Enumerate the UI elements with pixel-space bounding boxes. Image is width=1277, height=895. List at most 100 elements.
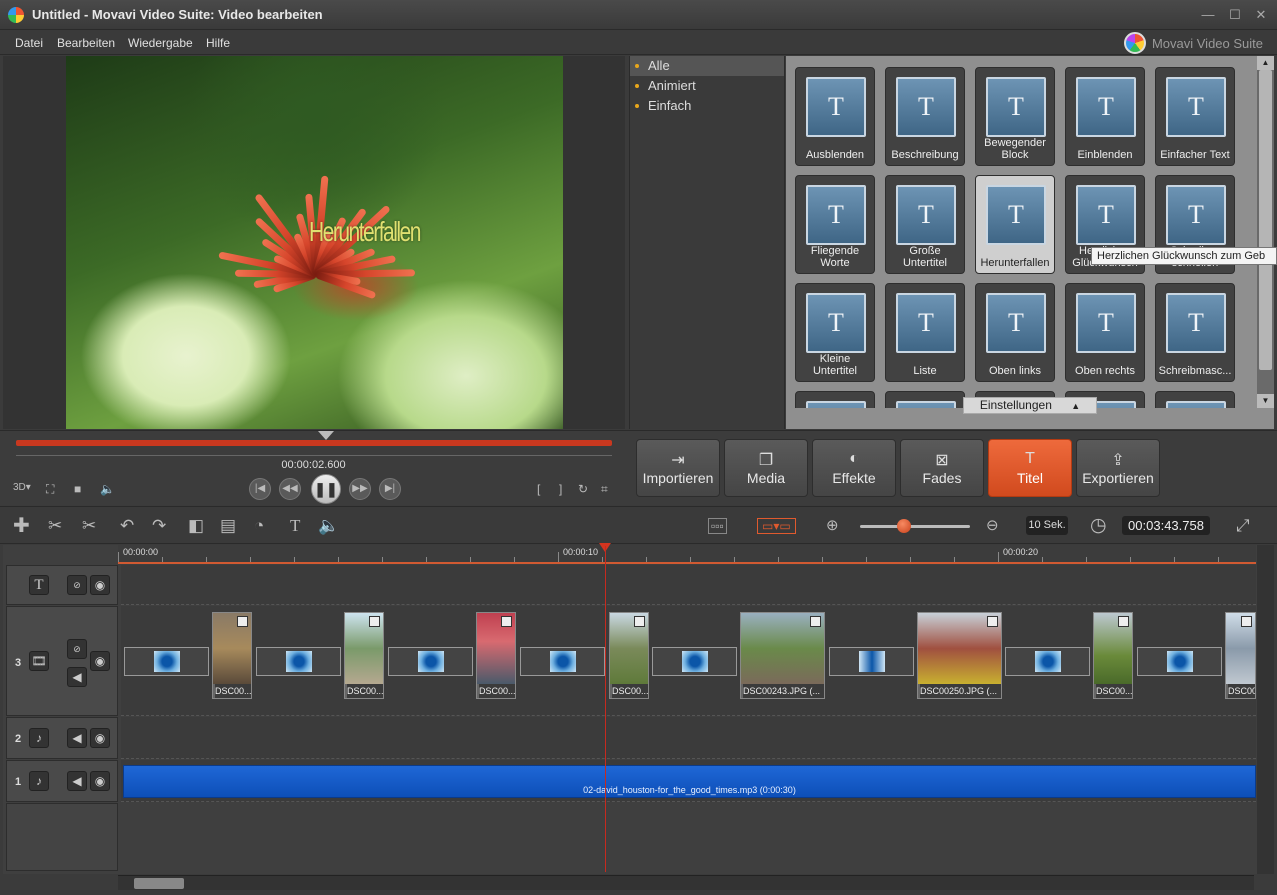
visibility-icon[interactable]: ◉ (90, 728, 110, 748)
title-tile[interactable]: T Einblenden (1065, 67, 1145, 166)
timeline-horizontal-scrollbar[interactable] (118, 875, 1254, 890)
menu-datei[interactable]: Datei (15, 36, 43, 50)
title-tile[interactable]: T Einfacher Text (1155, 67, 1235, 166)
rotate-icon[interactable]: ◧ (188, 516, 204, 536)
storyboard-view-icon[interactable]: ▫▫▫ (708, 518, 727, 534)
title-tile[interactable]: T Herunterfallen (975, 175, 1055, 274)
title-tile[interactable]: T Große Untertitel (885, 175, 965, 274)
title-tile[interactable]: T Liste (885, 283, 965, 382)
scroll-thumb[interactable] (134, 878, 184, 889)
cut-icon[interactable]: ✂ (48, 516, 62, 536)
tab-effekte[interactable]: ◐ Effekte (812, 439, 896, 497)
video-clip[interactable]: DSC00250.JPG (... (917, 612, 1002, 699)
tab-importieren[interactable]: ⇥ Importieren (636, 439, 720, 497)
timeline-vertical-scrollbar[interactable] (1257, 545, 1274, 874)
video-clip[interactable]: DSC00... (476, 612, 516, 699)
undo-icon[interactable]: ↶ (120, 516, 134, 536)
visibility-icon[interactable]: ◉ (90, 771, 110, 791)
video-clip[interactable]: DSC00... (1093, 612, 1133, 699)
maximize-button[interactable]: ☐ (1224, 6, 1246, 24)
visibility-icon[interactable]: ◉ (90, 651, 110, 671)
snapshot-icon[interactable]: ■ (74, 482, 81, 496)
timeline-playhead[interactable] (605, 546, 606, 872)
visibility-icon[interactable]: ◉ (90, 575, 110, 595)
tab-exportieren[interactable]: ⇪ Exportieren (1076, 439, 1160, 497)
transition[interactable] (388, 647, 473, 676)
loop-icon[interactable]: ↻ (578, 482, 588, 496)
video-track[interactable]: DSC00... DSC00... DSC00... DSC00... DSC00243… (121, 606, 1256, 716)
playback-progress-bar[interactable] (16, 440, 612, 446)
title-grid-scrollbar[interactable]: ▲ ▼ (1257, 56, 1274, 408)
transition[interactable] (829, 647, 914, 676)
expand-timeline-icon[interactable]: ⤢ (1236, 516, 1250, 536)
mute-icon[interactable]: ◀ (67, 667, 87, 687)
title-tile[interactable]: T Oben rechts (1065, 283, 1145, 382)
fullscreen-icon[interactable]: ⛶ (46, 482, 54, 497)
category-alle[interactable]: Alle (630, 56, 784, 76)
transition[interactable] (1005, 647, 1090, 676)
tab-media[interactable]: ❐ Media (724, 439, 808, 497)
transition[interactable] (1137, 647, 1222, 676)
video-clip[interactable]: DSC00... (609, 612, 649, 699)
video-clip[interactable]: DSC00 (1225, 612, 1256, 699)
add-icon[interactable]: ✚ (13, 513, 30, 538)
video-preview[interactable]: Herunterfallen (66, 56, 563, 429)
timeline-ruler[interactable]: 00:00:00 00:00:10 00:00:20 (118, 545, 1256, 564)
link-icon[interactable]: ⊘ (67, 639, 87, 659)
3d-mode-icon[interactable]: 3D▾ (13, 482, 31, 493)
transition[interactable] (124, 647, 209, 676)
transition[interactable] (520, 647, 605, 676)
title-tile[interactable]: T Beschreibung (885, 67, 965, 166)
zoom-in-icon[interactable]: ⊕ (826, 516, 839, 534)
video-clip[interactable]: DSC00... (212, 612, 252, 699)
zoom-out-icon[interactable]: ⊖ (986, 516, 999, 534)
title-tile[interactable]: T Kleine Untertitel (795, 283, 875, 382)
pause-button[interactable]: ❚❚ (311, 474, 341, 504)
playback-position-marker[interactable] (318, 431, 334, 440)
title-tile[interactable] (885, 391, 965, 408)
go-to-start-button[interactable]: |◀ (249, 478, 271, 500)
scroll-down-icon[interactable]: ▼ (1257, 394, 1274, 408)
menu-hilfe[interactable]: Hilfe (206, 36, 230, 50)
clip-properties-icon[interactable]: ◔ (254, 516, 264, 536)
mark-out-icon[interactable]: ] (559, 482, 562, 496)
transition[interactable] (652, 647, 737, 676)
menu-bearbeiten[interactable]: Bearbeiten (57, 36, 115, 50)
mute-icon[interactable]: ◀ (67, 728, 87, 748)
split-icon[interactable]: ✂ (82, 516, 96, 536)
rewind-button[interactable]: ◀◀ (279, 478, 301, 500)
video-clip[interactable]: DSC00243.JPG (... (740, 612, 825, 699)
settings-toggle[interactable]: Einstellungen ▲ (963, 397, 1097, 414)
title-track[interactable] (121, 565, 1256, 605)
transition[interactable] (256, 647, 341, 676)
close-button[interactable]: ✕ (1250, 6, 1272, 24)
volume-icon[interactable]: 🔈 (100, 482, 115, 496)
speed-icon[interactable]: ▤ (220, 516, 236, 536)
add-title-icon[interactable]: T (290, 516, 300, 536)
category-einfach[interactable]: Einfach (630, 96, 784, 116)
tab-titel[interactable]: T Titel (988, 439, 1072, 497)
audio-clip[interactable]: 02-david_houston-for_the_good_times.mp3 … (123, 765, 1256, 798)
title-tile[interactable] (795, 391, 875, 408)
scroll-up-icon[interactable]: ▲ (1257, 56, 1274, 70)
category-animiert[interactable]: Animiert (630, 76, 784, 96)
title-tile[interactable]: T Fliegende Worte (795, 175, 875, 274)
fast-forward-button[interactable]: ▶▶ (349, 478, 371, 500)
mark-in-icon[interactable]: [ (537, 482, 540, 496)
minimize-button[interactable]: — (1197, 6, 1219, 24)
video-clip[interactable]: DSC00... (344, 612, 384, 699)
title-tile[interactable]: T Ausblenden (795, 67, 875, 166)
tab-fades[interactable]: ⊠ Fades (900, 439, 984, 497)
title-tile[interactable]: T Oben links (975, 283, 1055, 382)
redo-icon[interactable]: ↷ (152, 516, 166, 536)
title-tile[interactable]: T Schreibmasc... (1155, 283, 1235, 382)
title-tile[interactable] (1155, 391, 1235, 408)
timeline-view-icon[interactable]: ▭▾▭ (757, 518, 796, 534)
scroll-thumb[interactable] (1259, 70, 1272, 370)
crop-icon[interactable]: ⌗ (601, 482, 608, 497)
record-audio-icon[interactable]: 🔈 (318, 516, 339, 536)
menu-wiedergabe[interactable]: Wiedergabe (128, 36, 193, 50)
go-to-end-button[interactable]: ▶| (379, 478, 401, 500)
audio-track-2[interactable] (121, 717, 1256, 759)
title-tile[interactable]: T Bewegender Block (975, 67, 1055, 166)
